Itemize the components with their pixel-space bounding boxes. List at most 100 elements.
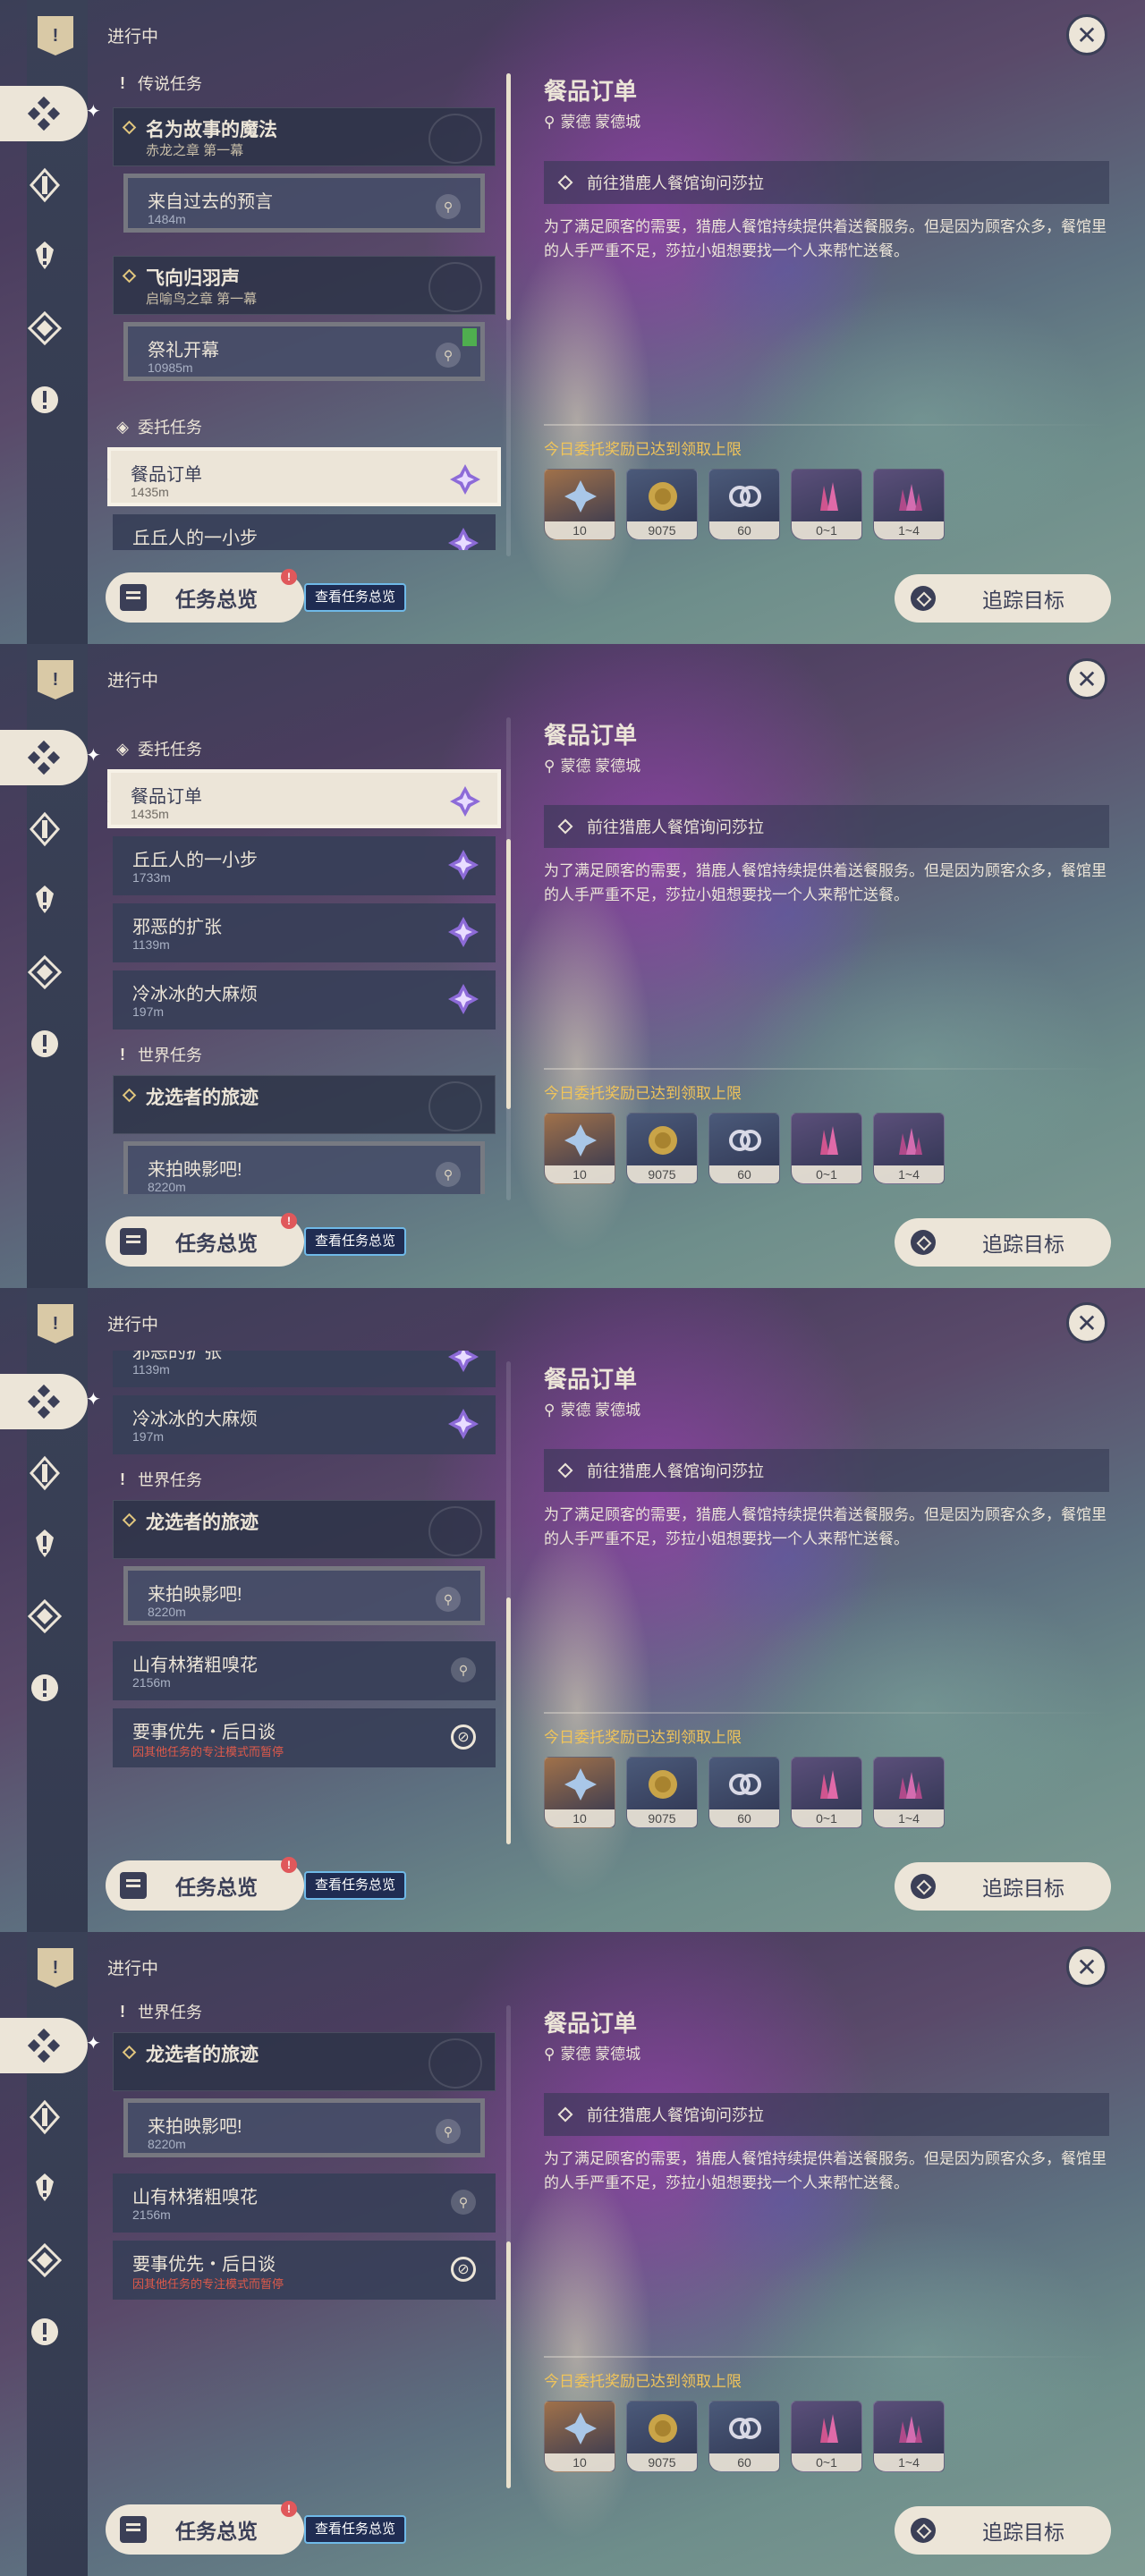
tab-all-quests[interactable] [0, 86, 88, 141]
quest-chapter[interactable]: 龙选者的旅迹 [113, 2032, 496, 2091]
quest-list[interactable]: !传说任务名为故事的魔法赤龙之章 第一幕来自过去的预言1484m⚲飞向归羽声启喻… [107, 1351, 501, 1838]
quest-item[interactable]: 丘丘人的一小步1733m [113, 514, 496, 550]
quest-item[interactable]: 餐品订单 1435m [107, 769, 501, 828]
reward-item[interactable]: 1~4 [873, 1113, 945, 1184]
pin-icon[interactable]: ⚲ [436, 343, 461, 368]
reward-item[interactable]: 9075 [626, 2401, 698, 2472]
reward-item[interactable]: 10 [544, 1757, 615, 1828]
track-button[interactable]: 追踪目标 [895, 1862, 1111, 1911]
track-button[interactable]: 追踪目标 [895, 574, 1111, 623]
quest-item[interactable]: 要事优先・后日谈 因其他任务的专注模式而暂停 ⊘ [113, 2241, 496, 2300]
reward-item[interactable]: 60 [708, 1757, 780, 1828]
reward-item[interactable]: 0~1 [791, 1757, 862, 1828]
reward-item[interactable]: 9075 [626, 1113, 698, 1184]
tab-archon[interactable] [0, 2161, 89, 2216]
reward-item[interactable]: 1~4 [873, 1757, 945, 1828]
tab-archon[interactable] [0, 1517, 89, 1572]
overview-hint[interactable]: 查看任务总览 [304, 2515, 407, 2544]
reward-amount: 60 [709, 1165, 779, 1183]
reward-item[interactable]: 9075 [626, 1757, 698, 1828]
reward-item[interactable]: 1~4 [873, 469, 945, 540]
overview-hint[interactable]: 查看任务总览 [304, 583, 407, 612]
reward-item[interactable]: 9075 [626, 469, 698, 540]
quest-item[interactable]: 山有林猪粗嗅花 2156m ⚲ [113, 1641, 496, 1700]
reward-item[interactable]: 10 [544, 2401, 615, 2472]
quest-location: ⚲ 蒙德 蒙德城 [544, 753, 646, 775]
quest-chapter[interactable]: 龙选者的旅迹 [113, 1075, 496, 1134]
tab-world[interactable] [0, 2304, 89, 2360]
tab-world[interactable] [0, 372, 89, 428]
quest-chapter[interactable]: 名为故事的魔法 赤龙之章 第一幕 [113, 107, 496, 166]
quest-item[interactable]: 邪恶的扩张 1139m [113, 1351, 496, 1387]
pin-icon[interactable]: ⚲ [436, 1162, 461, 1187]
quest-list[interactable]: !传说任务名为故事的魔法赤龙之章 第一幕来自过去的预言1484m⚲飞向归羽声启喻… [107, 707, 501, 1194]
tab-world[interactable] [0, 1016, 89, 1072]
reward-item[interactable]: 10 [544, 469, 615, 540]
pin-icon[interactable]: ⚲ [436, 194, 461, 219]
tab-commission[interactable] [0, 1589, 89, 1644]
all-quests-icon [27, 2028, 61, 2063]
tab-archon[interactable] [0, 873, 89, 928]
quest-list[interactable]: !传说任务名为故事的魔法赤龙之章 第一幕来自过去的预言1484m⚲飞向归羽声启喻… [107, 1995, 501, 2482]
overview-hint[interactable]: 查看任务总览 [304, 1871, 407, 1900]
tab-archon[interactable] [0, 229, 89, 284]
track-button[interactable]: 追踪目标 [895, 1218, 1111, 1267]
tab-legend[interactable] [0, 1445, 89, 1501]
close-button[interactable]: ✕ [1066, 1946, 1107, 1987]
quest-title: 山有林猪粗嗅花 [132, 2188, 258, 2207]
quest-item[interactable]: 冷冰冰的大麻烦 197m [113, 1395, 496, 1454]
tab-world[interactable] [0, 1660, 89, 1716]
pin-icon[interactable]: ⚲ [436, 1587, 461, 1612]
reward-item[interactable]: 0~1 [791, 2401, 862, 2472]
quest-chapter[interactable]: 龙选者的旅迹 [113, 1500, 496, 1559]
quest-list[interactable]: !传说任务名为故事的魔法赤龙之章 第一幕来自过去的预言1484m⚲飞向归羽声启喻… [107, 63, 501, 550]
quest-item[interactable]: 丘丘人的一小步1733m [113, 836, 496, 895]
reward-item[interactable]: 10 [544, 1113, 615, 1184]
reward-item[interactable]: 60 [708, 2401, 780, 2472]
quest-overview-button[interactable]: 任务总览 ! [106, 2501, 304, 2555]
quest-step-card[interactable]: 来自过去的预言 1484m ⚲ [123, 174, 485, 233]
quest-item[interactable]: 冷冰冰的大麻烦 197m [113, 970, 496, 1030]
pin-icon[interactable]: ⚲ [451, 1657, 476, 1682]
pin-icon[interactable]: ⚲ [451, 2190, 476, 2215]
reward-item[interactable]: 60 [708, 469, 780, 540]
tab-commission[interactable] [0, 945, 89, 1000]
quest-list-scrollbar[interactable] [506, 1361, 511, 1844]
quest-step-card[interactable]: 来拍映影吧! 8220m ⚲ [123, 1566, 485, 1625]
quest-overview-button[interactable]: 任务总览 ! [106, 569, 304, 623]
reward-item[interactable]: 0~1 [791, 1113, 862, 1184]
quest-chapter[interactable]: 飞向归羽声 启喻鸟之章 第一幕 [113, 256, 496, 315]
quest-list-scrollbar[interactable] [506, 717, 511, 1200]
tab-legend[interactable] [0, 2089, 89, 2145]
tab-all-quests[interactable] [0, 2018, 88, 2073]
reward-amount: 10 [545, 521, 615, 539]
quest-item[interactable]: 邪恶的扩张 1139m [113, 903, 496, 962]
pin-icon[interactable]: ⚲ [436, 2119, 461, 2144]
overview-hint[interactable]: 查看任务总览 [304, 1227, 407, 1256]
close-button[interactable]: ✕ [1066, 658, 1107, 699]
close-button[interactable]: ✕ [1066, 14, 1107, 55]
tab-commission[interactable] [0, 301, 89, 356]
reward-item[interactable]: 1~4 [873, 2401, 945, 2472]
quest-item[interactable]: 山有林猪粗嗅花 2156m ⚲ [113, 2174, 496, 2233]
tab-all-quests[interactable] [0, 730, 88, 785]
commission-star-icon [447, 1408, 479, 1440]
tab-legend[interactable] [0, 157, 89, 213]
quest-step-card[interactable]: 来拍映影吧! 8220m ⚲ [123, 1141, 485, 1194]
quest-overview-button[interactable]: 任务总览 ! [106, 1857, 304, 1911]
track-label: 追踪目标 [982, 589, 1064, 612]
tab-legend[interactable] [0, 801, 89, 857]
reward-item[interactable]: 60 [708, 1113, 780, 1184]
quest-list-scrollbar[interactable] [506, 73, 511, 556]
quest-step-card[interactable]: 祭礼开幕 10985m ⚲ [123, 322, 485, 381]
tab-commission[interactable] [0, 2233, 89, 2288]
reward-item[interactable]: 0~1 [791, 469, 862, 540]
close-button[interactable]: ✕ [1066, 1302, 1107, 1343]
quest-step-card[interactable]: 来拍映影吧! 8220m ⚲ [123, 2098, 485, 2157]
quest-list-scrollbar[interactable] [506, 2005, 511, 2488]
quest-item[interactable]: 要事优先・后日谈 因其他任务的专注模式而暂停 ⊘ [113, 1708, 496, 1767]
track-button[interactable]: 追踪目标 [895, 2506, 1111, 2555]
quest-overview-button[interactable]: 任务总览 ! [106, 1213, 304, 1267]
quest-item[interactable]: 餐品订单 1435m [107, 447, 501, 506]
tab-all-quests[interactable] [0, 1374, 88, 1429]
